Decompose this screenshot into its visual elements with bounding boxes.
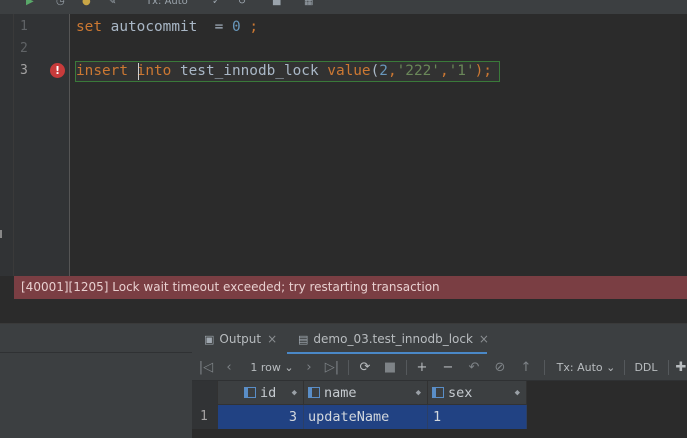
cell-name[interactable]: updateName [304, 405, 428, 429]
wrench-icon[interactable]: ✎ [108, 0, 116, 9]
paren-open: ( [370, 63, 380, 79]
line-number: 1 [20, 19, 28, 34]
column-label: sex [448, 385, 473, 401]
revert-icon[interactable]: ↶ [466, 354, 482, 381]
row-count-dropdown[interactable]: 1 row ⌄ [248, 354, 296, 381]
cell-sex[interactable]: 1 [428, 405, 527, 429]
panel-divider [0, 352, 192, 353]
first-page-icon[interactable]: |◁ [198, 354, 214, 381]
operator: = [214, 19, 224, 35]
sql-editor[interactable]: 1 2 3 ! set autocommit = 0 ; insert into… [0, 14, 687, 276]
table-row[interactable]: 1 3 updateName 1 [192, 405, 527, 429]
results-panel: ▣ Output × ▤ demo_03.test_innodb_lock × |◁ ‹… [192, 324, 687, 438]
close-icon[interactable]: × [267, 324, 277, 354]
close-icon[interactable]: × [479, 324, 489, 354]
explain-icon[interactable]: ● [82, 0, 91, 9]
row-count: 1 row [250, 361, 281, 374]
table-icon: ▤ [298, 333, 309, 346]
tab-label: Output [219, 332, 262, 346]
cell-id[interactable]: 3 [218, 405, 304, 429]
run-icon[interactable]: ▶ [26, 0, 34, 9]
line-number: 3 [20, 63, 28, 78]
error-message-bar: [40001][1205] Lock wait timeout exceeded… [14, 276, 687, 299]
comma: , [387, 63, 397, 79]
ddl-button[interactable]: DDL [632, 354, 660, 381]
semicolon: ; [249, 19, 258, 35]
row-number: 1 [192, 405, 218, 429]
tx-mode-top[interactable]: Tx: Auto [146, 0, 188, 9]
stop-icon[interactable]: ■ [272, 0, 281, 9]
tab-table-result[interactable]: ▤ demo_03.test_innodb_lock × [298, 324, 489, 354]
column-icon [308, 387, 320, 398]
sort-icon[interactable]: ◆ [515, 381, 520, 405]
toolbar-separator [624, 360, 625, 375]
column-icon [244, 387, 256, 398]
chevron-down-icon: ⌄ [602, 361, 616, 374]
error-icon[interactable]: ! [50, 63, 65, 78]
output-icon: ▣ [204, 333, 215, 346]
add-row-icon[interactable]: + [414, 354, 430, 381]
identifier: autocommit [110, 19, 198, 35]
toolbar-separator [348, 360, 349, 375]
stop-icon[interactable]: ■ [382, 354, 398, 381]
delete-row-icon[interactable]: − [440, 354, 456, 381]
tab-label: demo_03.test_innodb_lock [313, 332, 473, 346]
preview-changes-icon[interactable]: ⊘ [492, 354, 508, 381]
services-tree-panel[interactable] [0, 324, 192, 438]
top-toolbar: ▶ ◷ ● ✎ Tx: Auto ✓ ↺ ■ ▦ [0, 0, 687, 14]
ddl-label: DDL [634, 361, 658, 374]
last-page-icon[interactable]: ▷| [324, 354, 340, 381]
editor-gutter: 1 2 3 ! [14, 14, 70, 276]
column-label: name [324, 385, 357, 401]
line-number: 2 [20, 41, 28, 56]
refresh-icon[interactable]: ⟳ [356, 354, 374, 381]
toolbar-separator [406, 360, 407, 375]
column-header-id[interactable]: id ◆ [218, 381, 304, 405]
commit-icon[interactable]: ✓ [212, 0, 220, 9]
tx-mode-dropdown[interactable]: Tx: Auto ⌄ [556, 354, 616, 381]
text-caret [138, 63, 139, 80]
strip-marker [0, 230, 2, 238]
column-icon [432, 387, 444, 398]
sort-icon[interactable]: ◆ [292, 381, 297, 405]
keyword-insert: insert [76, 63, 128, 79]
services-panel: ▣ Output × ▤ demo_03.test_innodb_lock × |◁ ‹… [0, 299, 687, 438]
grid-icon[interactable]: ▦ [304, 0, 313, 9]
code-line-1[interactable]: set autocommit = 0 ; [76, 17, 258, 37]
tab-output[interactable]: ▣ Output × [204, 324, 277, 354]
submit-icon[interactable]: ↑ [518, 354, 534, 381]
keyword-value: value [327, 63, 371, 79]
sort-icon[interactable]: ◆ [416, 381, 421, 405]
results-toolbar: |◁ ‹ 1 row ⌄ › ▷| ⟳ ■ + − ↶ ⊘ ↑ Tx: Auto… [192, 354, 687, 381]
pin-icon[interactable]: ✚ [674, 354, 687, 381]
number-literal: 0 [231, 19, 241, 35]
rollback-icon[interactable]: ↺ [238, 0, 246, 9]
history-icon[interactable]: ◷ [56, 0, 65, 9]
string-literal: '1' [448, 63, 475, 79]
table-name: test_innodb_lock [179, 63, 319, 79]
tx-mode-label: Tx: Auto [556, 361, 603, 374]
column-label: id [260, 385, 277, 401]
keyword-set: set [76, 19, 102, 35]
toolbar-separator [544, 360, 545, 375]
result-grid[interactable]: id ◆ name ◆ sex ◆ 1 3 updateName 1 [192, 381, 687, 438]
comma: , [439, 63, 449, 79]
number-literal: 2 [379, 63, 388, 79]
next-page-icon[interactable]: › [302, 354, 316, 381]
row-number-header [192, 381, 218, 405]
column-header-name[interactable]: name ◆ [304, 381, 428, 405]
prev-page-icon[interactable]: ‹ [222, 354, 236, 381]
keyword-into: into [136, 63, 172, 79]
chevron-down-icon: ⌄ [280, 361, 294, 374]
string-literal: '222' [396, 63, 440, 79]
toolbar-separator [668, 360, 669, 375]
column-header-sex[interactable]: sex ◆ [428, 381, 527, 405]
grid-header: id ◆ name ◆ sex ◆ [192, 381, 527, 405]
paren-close: ); [474, 63, 492, 79]
results-tabs: ▣ Output × ▤ demo_03.test_innodb_lock × [192, 324, 687, 354]
tool-window-strip [0, 14, 14, 276]
